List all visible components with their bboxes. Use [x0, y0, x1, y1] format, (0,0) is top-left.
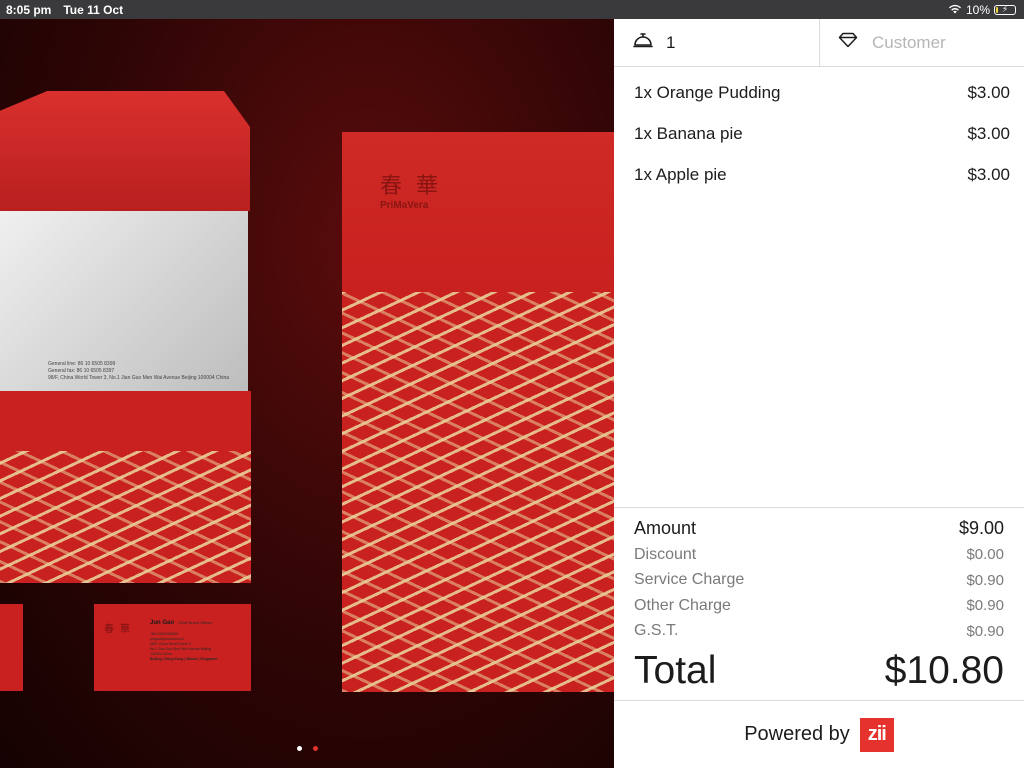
amount-label: Amount	[634, 517, 697, 538]
service-bell-icon	[633, 31, 653, 54]
brand-logo-english: PriMaVera	[380, 200, 429, 211]
promo-image: General line: 86 10 6505 8399 General fa…	[0, 19, 614, 768]
total-label: Total	[634, 649, 717, 692]
service-charge-label: Service Charge	[634, 571, 745, 589]
order-item-label: 1x Orange Pudding	[634, 82, 781, 102]
bizcard-logo: 春華	[104, 624, 136, 635]
bizcard-name: Jun Gao	[150, 620, 175, 626]
amount-row: Amount $9.00	[634, 514, 1004, 542]
brand-logo-chinese: 春華	[380, 174, 453, 199]
other-charge-row: Other Charge $0.90	[634, 593, 1004, 619]
order-summary: Amount $9.00 Discount $0.00 Service Char…	[614, 507, 1024, 696]
table-number: 1	[666, 32, 676, 52]
status-bar: 8:05 pm Tue 11 Oct 10% ⚡	[0, 0, 1024, 19]
order-item[interactable]: 1x Orange Pudding $3.00	[614, 72, 1024, 113]
zii-logo: zii	[859, 717, 894, 752]
customer-placeholder: Customer	[872, 32, 946, 52]
amount-value: $9.00	[958, 517, 1004, 538]
other-charge-value: $0.90	[966, 597, 1004, 615]
page-dot-1[interactable]	[296, 746, 302, 751]
table-selector[interactable]: 1	[614, 19, 820, 66]
order-item[interactable]: 1x Banana pie $3.00	[614, 113, 1024, 154]
other-charge-label: Other Charge	[634, 596, 731, 614]
discount-value: $0.00	[966, 546, 1004, 564]
battery-icon: ⚡	[994, 4, 1016, 15]
service-charge-row: Service Charge $0.90	[634, 568, 1004, 594]
powered-by-footer: Powered by zii	[614, 700, 1024, 768]
order-item-price: $3.00	[967, 164, 1010, 184]
order-item-price: $3.00	[967, 123, 1010, 143]
patterned-card	[0, 391, 251, 583]
total-value: $10.80	[884, 649, 1004, 692]
business-card-partial	[0, 604, 23, 691]
total-row: Total $10.80	[634, 646, 1004, 696]
order-item[interactable]: 1x Apple pie $3.00	[614, 154, 1024, 195]
gst-value: $0.90	[966, 622, 1004, 640]
envelope-address: General line: 86 10 6505 8399 General fa…	[48, 361, 230, 381]
order-item-price: $3.00	[967, 82, 1010, 102]
order-item-label: 1x Apple pie	[634, 164, 727, 184]
powered-by-text: Powered by	[744, 723, 850, 745]
bizcard-details: +86 13901050000 jungao@primavera.cn 98/F…	[150, 632, 218, 661]
battery-percent: 10%	[965, 2, 990, 17]
letterhead: 春華 PriMaVera	[342, 132, 614, 692]
order-item-label: 1x Banana pie	[634, 123, 743, 143]
diamond-icon	[838, 32, 858, 53]
wifi-icon	[948, 3, 962, 17]
status-time: 8:05 pm	[6, 2, 52, 17]
service-charge-value: $0.90	[966, 571, 1004, 589]
customer-selector[interactable]: Customer	[820, 19, 1024, 66]
envelope: General line: 86 10 6505 8399 General fa…	[0, 211, 248, 393]
gst-row: G.S.T. $0.90	[634, 619, 1004, 645]
order-item-list: 1x Orange Pudding $3.00 1x Banana pie $3…	[614, 72, 1024, 195]
envelope-flap	[0, 91, 250, 211]
discount-row: Discount $0.00	[634, 542, 1004, 568]
discount-label: Discount	[634, 545, 697, 563]
page-dot-2[interactable]	[312, 746, 318, 751]
order-header: 1 Customer	[614, 19, 1024, 67]
business-card: 春華 Jun Gao Chief Brand Officer +86 13901…	[94, 604, 251, 691]
order-panel: 1 Customer 1x Orange Pudding $3.00 1x Ba…	[614, 19, 1024, 768]
gst-label: G.S.T.	[634, 622, 679, 640]
status-indicators: 10% ⚡	[948, 3, 1016, 17]
bizcard-role: Chief Brand Officer	[178, 620, 212, 625]
status-date: Tue 11 Oct	[63, 2, 124, 17]
page-indicator[interactable]	[0, 746, 614, 751]
